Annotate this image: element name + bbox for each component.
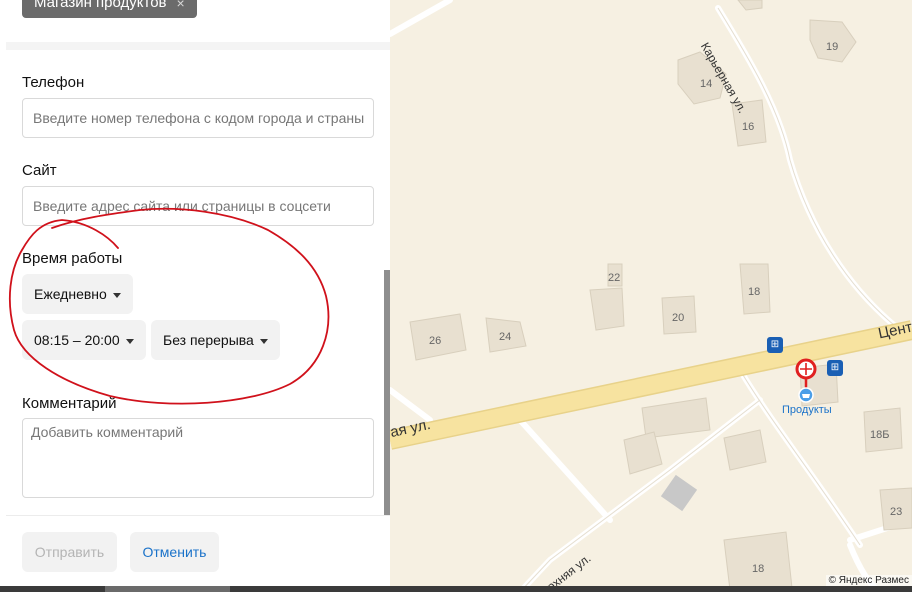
days-dropdown[interactable]: Ежедневно: [22, 274, 133, 314]
map-canvas: [390, 0, 912, 592]
comment-textarea[interactable]: Добавить комментарий: [22, 418, 374, 498]
bus-stop-icon[interactable]: ⊞: [767, 337, 783, 353]
chevron-down-icon: [125, 338, 134, 344]
house-number: 14: [700, 78, 713, 90]
site-label: Сайт: [22, 162, 57, 179]
bus-stop-icon[interactable]: ⊞: [827, 360, 843, 376]
house-number: 24: [499, 331, 512, 343]
footer-divider: [6, 515, 390, 516]
chevron-down-icon: [259, 338, 268, 344]
site-input[interactable]: Введите адрес сайта или страницы в соцсе…: [22, 186, 374, 226]
house-number: 23: [890, 506, 903, 518]
days-dropdown-value: Ежедневно: [34, 286, 107, 302]
time-dropdown-value: 08:15 – 20:00: [34, 332, 120, 348]
submit-button[interactable]: Отправить: [22, 532, 117, 572]
house-number: 20: [672, 312, 685, 324]
cancel-button[interactable]: Отменить: [130, 532, 219, 572]
house-number: 18: [752, 563, 765, 575]
house-number: 26: [429, 335, 442, 347]
category-chip-label: Магазин продуктов: [34, 0, 167, 11]
time-dropdown[interactable]: 08:15 – 20:00: [22, 320, 146, 360]
section-divider: [6, 42, 390, 50]
comment-label: Комментарий: [22, 395, 117, 412]
house-number: 16: [742, 121, 755, 133]
map-copyright[interactable]: © Яндекс Размес: [825, 575, 912, 586]
edit-organization-panel: Магазин продуктов × Телефон Введите номе…: [0, 0, 390, 592]
house-number: 22: [608, 272, 621, 284]
house-number: 18Б: [870, 429, 890, 441]
bottom-bar: [0, 586, 912, 592]
map-pin-icon[interactable]: [794, 357, 818, 403]
category-chip[interactable]: Магазин продуктов ×: [22, 0, 197, 18]
map-view[interactable]: Карьерная ул. Цент ая ул. Верхняя ул. 19…: [390, 0, 912, 592]
chevron-down-icon: [112, 292, 121, 298]
break-dropdown[interactable]: Без перерыва: [151, 320, 280, 360]
poi-label[interactable]: Продукты: [782, 404, 832, 416]
house-number: 19: [826, 41, 839, 53]
phone-input[interactable]: Введите номер телефона с кодом города и …: [22, 98, 374, 138]
break-dropdown-value: Без перерыва: [163, 332, 254, 348]
hours-label: Время работы: [22, 250, 123, 267]
house-number: 18: [748, 286, 761, 298]
chip-close-icon[interactable]: ×: [177, 0, 185, 14]
phone-label: Телефон: [22, 74, 85, 91]
